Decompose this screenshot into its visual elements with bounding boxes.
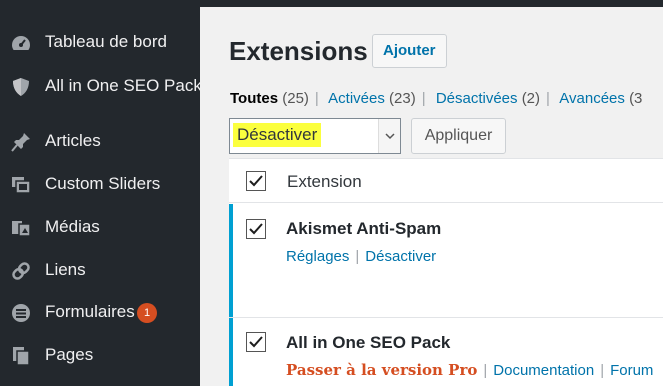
pushpin-icon [10, 132, 32, 152]
sidebar-item-dashboard[interactable]: Tableau de bord [0, 25, 200, 61]
admin-top-bar [200, 0, 663, 7]
sidebar-item-articles[interactable]: Articles [0, 124, 200, 160]
sidebar-item-label: Médias [45, 217, 100, 236]
sidebar-item-liens[interactable]: Liens [0, 253, 200, 289]
plugin-checkbox[interactable] [246, 332, 266, 352]
plugin-status-filters: Toutes (25) | Activées (23) | Désactivées … [230, 90, 642, 107]
action-separator: | [483, 362, 488, 379]
chevron-down-icon[interactable] [378, 119, 400, 153]
filter-separator: | [421, 90, 426, 107]
filter-all-count: (25) [282, 90, 309, 107]
column-header-extension: Extension [287, 172, 362, 191]
page-title: Extensions [229, 36, 368, 66]
link-icon [10, 261, 32, 281]
sidebar-item-seo-pack[interactable]: All in One SEO Pack [0, 69, 202, 105]
filter-inactive-count: (2) [521, 90, 541, 107]
plugin-checkbox[interactable] [246, 219, 266, 239]
plugin-name: All in One SEO Pack [286, 333, 451, 352]
select-all-checkbox[interactable] [246, 171, 266, 191]
filter-inactive-link[interactable]: Désactivées [436, 90, 518, 107]
media-icon [10, 218, 32, 238]
deactivate-link[interactable]: Désactiver [365, 248, 436, 265]
sidebar-item-medias[interactable]: Médias [0, 210, 200, 246]
admin-sidebar: Tableau de bord All in One SEO Pack Arti… [0, 0, 202, 386]
settings-link[interactable]: Réglages [286, 248, 349, 265]
slides-icon [10, 175, 32, 195]
main-content: Extensions Ajouter Toutes (25) | Activées… [200, 0, 663, 386]
shield-icon [10, 77, 32, 97]
filter-advanced-link[interactable]: Avancées [559, 90, 625, 107]
table-row: Akismet Anti-Spam Réglages | Désactiver [229, 204, 663, 317]
plugin-row-actions: Réglages | Désactiver [286, 248, 436, 265]
checkmark-icon [249, 336, 263, 348]
bulk-action-selected-value: Désactiver [233, 123, 322, 147]
plugins-table: Extension Akismet Anti-Spam Réglages | Dés… [229, 158, 663, 386]
upgrade-pro-link[interactable]: Passer à la version Pro [286, 361, 477, 379]
forms-icon [10, 303, 32, 323]
sidebar-item-label: Custom Sliders [45, 174, 161, 193]
filter-active-link[interactable]: Activées [328, 90, 385, 107]
sidebar-item-pages[interactable]: Pages [0, 338, 200, 374]
checkmark-icon [249, 175, 263, 187]
action-separator: | [600, 362, 605, 379]
table-header: Extension [229, 159, 663, 203]
checkmark-icon [249, 223, 263, 235]
plugin-name: Akismet Anti-Spam [286, 219, 442, 238]
sidebar-item-label: All in One SEO Pack [45, 76, 202, 95]
sidebar-item-formulaires[interactable]: Formulaires 1 [0, 295, 200, 331]
sidebar-item-label: Articles [45, 131, 101, 150]
table-row: All in One SEO Pack Passer à la version … [229, 318, 663, 386]
pages-icon [10, 346, 32, 366]
sidebar-item-label: Tableau de bord [45, 32, 167, 51]
filter-separator: | [546, 90, 550, 107]
plugin-row-actions: Passer à la version Pro | Documentation | Fo… [286, 361, 653, 379]
apply-button[interactable]: Appliquer [411, 118, 506, 154]
sidebar-item-label: Liens [45, 260, 86, 279]
add-plugin-button[interactable]: Ajouter [372, 34, 447, 68]
bulk-action-select[interactable]: Désactiver [229, 118, 401, 154]
filter-separator: | [314, 90, 319, 107]
filter-all-label[interactable]: Toutes [230, 90, 278, 107]
forum-link[interactable]: Forum [610, 362, 653, 379]
sidebar-item-custom-sliders[interactable]: Custom Sliders [0, 167, 200, 203]
sidebar-item-label: Pages [45, 345, 94, 364]
sidebar-item-label: Formulaires [45, 302, 135, 321]
filter-advanced-count: (3 [629, 90, 643, 107]
filter-active-count: (23) [389, 90, 416, 107]
dashboard-icon [10, 33, 32, 53]
action-separator: | [355, 248, 360, 265]
notification-badge: 1 [137, 303, 157, 323]
documentation-link[interactable]: Documentation [493, 362, 594, 379]
